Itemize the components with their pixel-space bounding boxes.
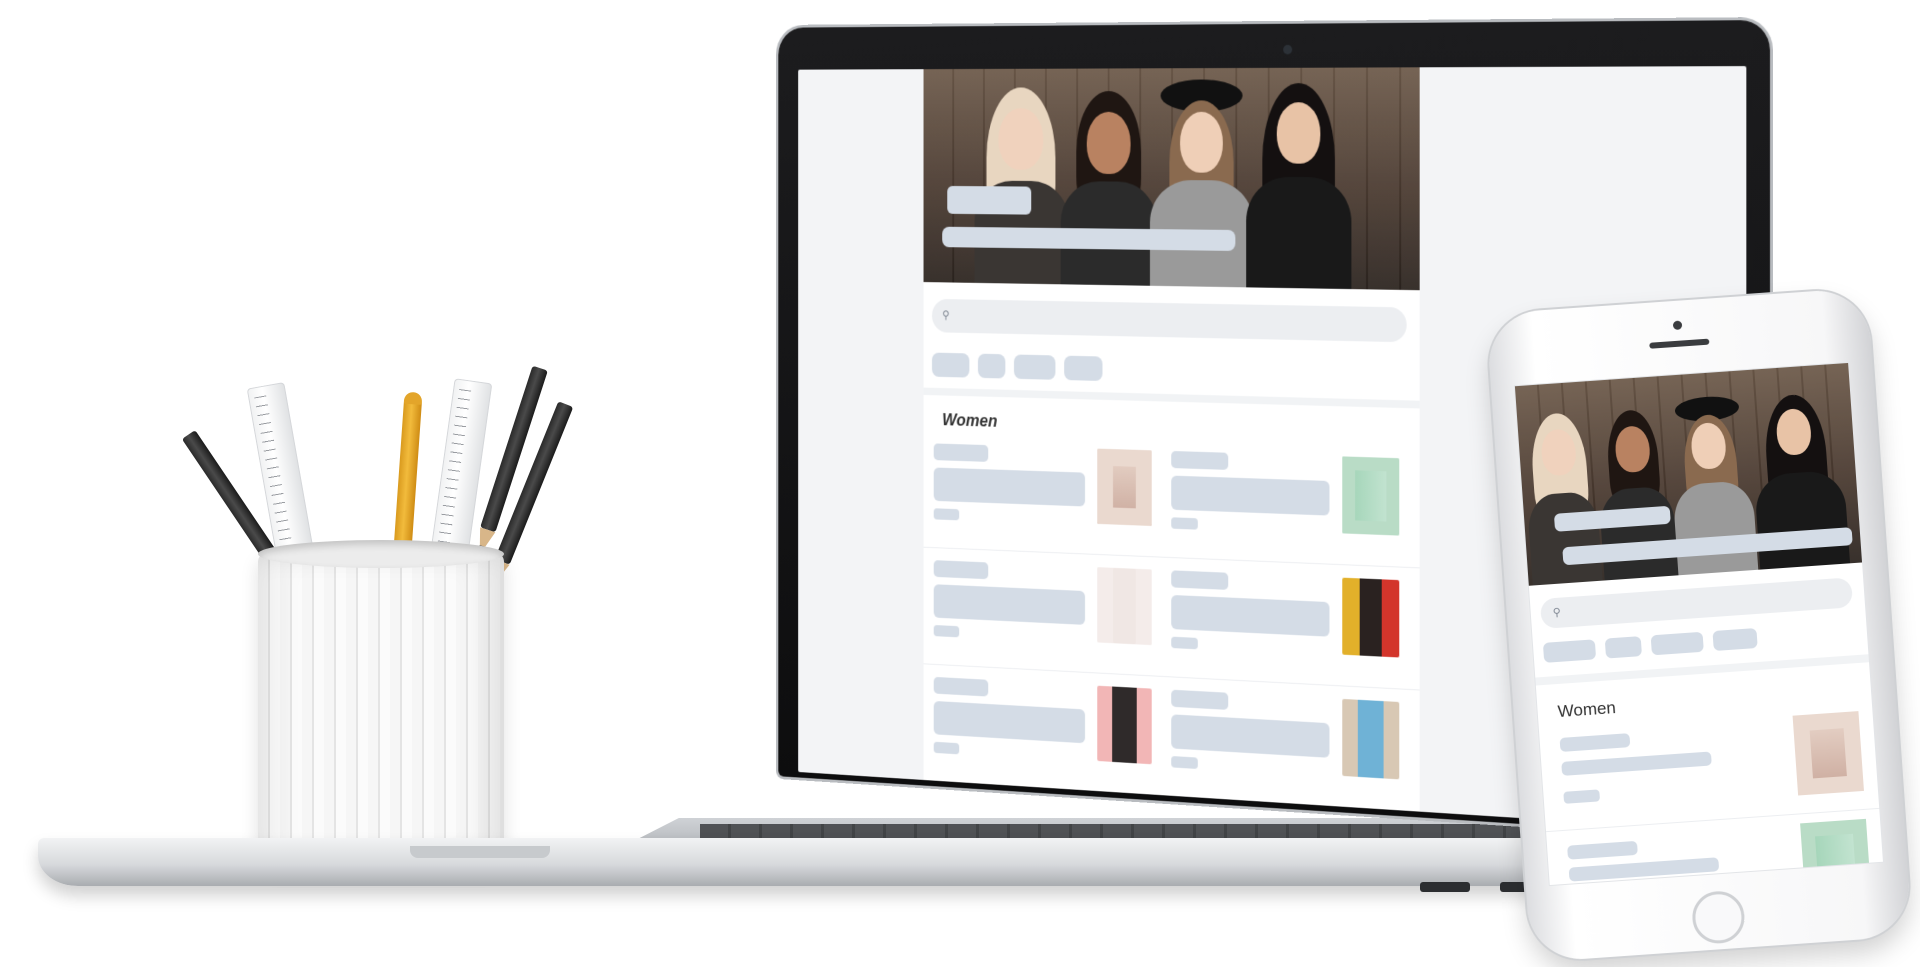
product-card[interactable] — [1171, 689, 1406, 796]
phone-front-camera — [1672, 320, 1683, 331]
filter-chip-1[interactable] — [931, 352, 970, 378]
phone-filter-chip-2[interactable] — [1604, 636, 1643, 659]
laptop-base — [38, 838, 1598, 886]
product-thumbnail — [1342, 577, 1400, 658]
hero-model-4 — [1246, 83, 1352, 290]
phone-filter-chip-1[interactable] — [1542, 639, 1597, 663]
section-divider — [923, 387, 1420, 409]
product-thumbnail — [1097, 567, 1152, 646]
laptop-opening-notch — [410, 846, 550, 858]
pencil-cup — [258, 540, 504, 864]
product-thumbnail — [1097, 448, 1152, 526]
product-thumbnail — [1097, 685, 1152, 765]
mockup-scene: ⚲ Women ⚲ Women — [0, 0, 1920, 967]
phone-home-button[interactable] — [1690, 889, 1747, 946]
phone-search-input[interactable]: ⚲ — [1539, 577, 1854, 629]
hero-subtitle-placeholder — [942, 226, 1236, 251]
hero-title-placeholder — [947, 185, 1032, 215]
filter-chip-3[interactable] — [1013, 354, 1056, 380]
product-thumbnail — [1342, 456, 1400, 536]
smartphone: ⚲ Women — [1485, 287, 1913, 963]
product-card[interactable] — [933, 676, 1159, 780]
phone-screen: ⚲ Women — [1514, 362, 1883, 886]
phone-product-thumbnail — [1792, 711, 1864, 796]
hero-banner — [923, 67, 1420, 291]
product-card[interactable] — [1171, 450, 1406, 551]
sd-card-slot — [1420, 882, 1470, 892]
product-card[interactable] — [1171, 570, 1406, 673]
filter-chip-4[interactable] — [1064, 355, 1103, 382]
product-card[interactable] — [933, 560, 1159, 660]
hero-model-2 — [1060, 87, 1158, 286]
filter-chip-2[interactable] — [977, 353, 1006, 379]
product-thumbnail — [1342, 698, 1400, 780]
laptop-camera — [1283, 44, 1293, 55]
search-icon: ⚲ — [942, 308, 950, 322]
section-title-women: Women — [942, 410, 998, 431]
phone-filter-chip-4[interactable] — [1712, 628, 1758, 652]
phone-hero-banner — [1514, 362, 1863, 586]
phone-product-card[interactable] — [1567, 818, 1871, 885]
laptop-site: ⚲ Women — [923, 67, 1420, 812]
product-card[interactable] — [933, 443, 1159, 541]
phone-product-card[interactable] — [1559, 711, 1865, 822]
phone-product-thumbnail — [1800, 818, 1871, 884]
phone-filter-chip-3[interactable] — [1650, 631, 1704, 656]
phone-section-title-women: Women — [1557, 698, 1617, 722]
search-icon: ⚲ — [1552, 606, 1562, 620]
hero-model-3 — [1149, 77, 1254, 288]
phone-speaker — [1649, 338, 1710, 349]
search-input[interactable]: ⚲ — [931, 298, 1407, 343]
